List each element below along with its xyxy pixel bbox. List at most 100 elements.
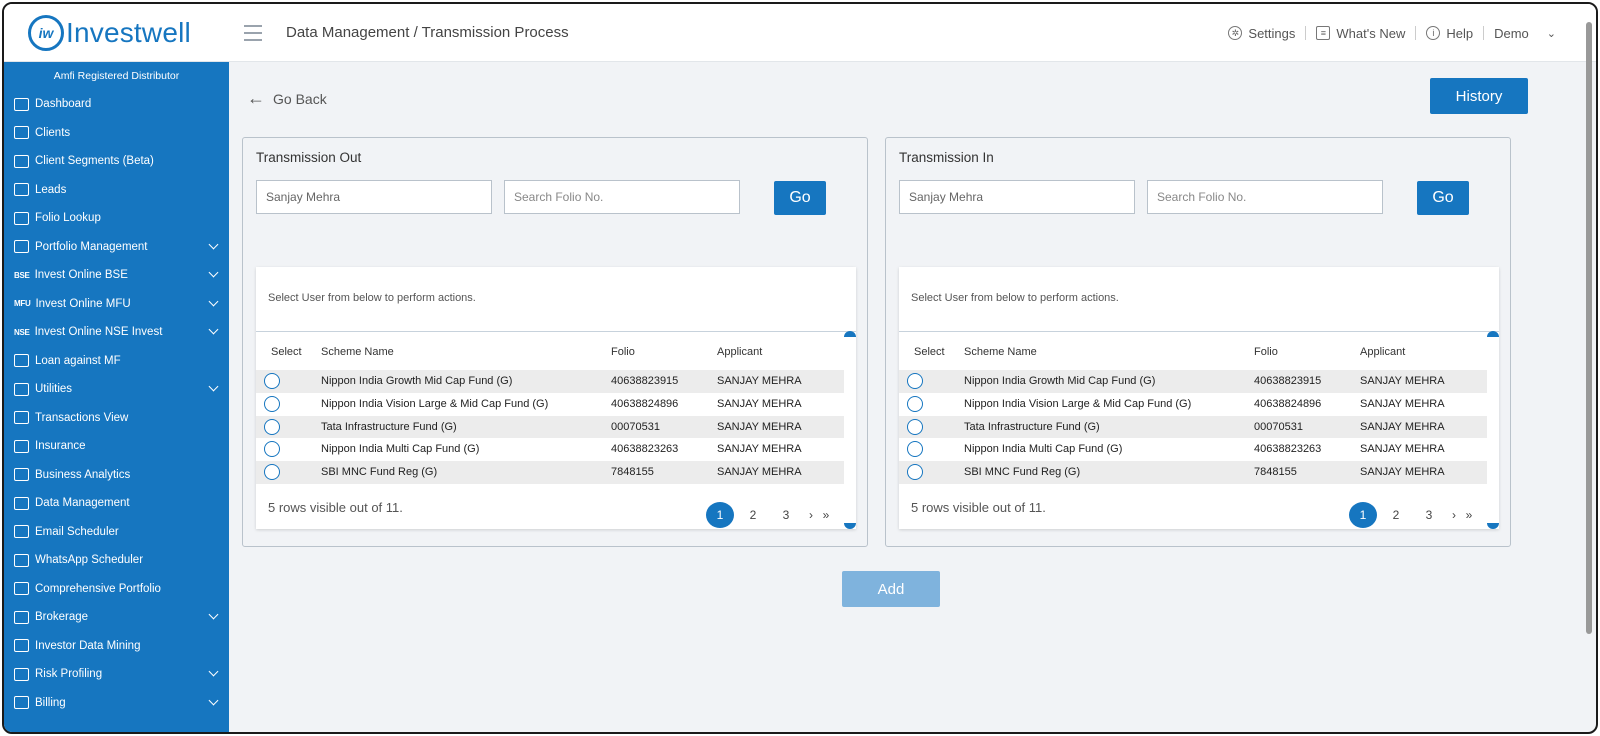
scroll-up-handle[interactable] xyxy=(1487,331,1499,337)
column-select: Select xyxy=(914,346,945,358)
table-row[interactable]: Nippon India Growth Mid Cap Fund (G) 4063… xyxy=(899,370,1487,393)
select-radio[interactable] xyxy=(264,464,280,481)
sidebar-item-data-management[interactable]: Data Management xyxy=(4,489,229,518)
page-2-button[interactable]: 2 xyxy=(1382,502,1410,528)
chevron-down-icon[interactable] xyxy=(208,666,219,677)
page-3-button[interactable]: 3 xyxy=(772,502,800,528)
select-radio[interactable] xyxy=(264,373,280,389)
sidebar-item-investor-data-mining[interactable]: Investor Data Mining xyxy=(4,632,229,661)
folio-search-input[interactable] xyxy=(504,180,740,214)
history-button[interactable]: History xyxy=(1430,78,1528,114)
sidebar-item-transactions-view[interactable]: Transactions View xyxy=(4,404,229,433)
sidebar-item-utilities[interactable]: Utilities xyxy=(4,375,229,404)
select-radio[interactable] xyxy=(907,464,923,481)
sidebar-item-folio-lookup[interactable]: Folio Lookup xyxy=(4,204,229,233)
page-3-button[interactable]: 3 xyxy=(1415,502,1443,528)
client-name-input[interactable] xyxy=(899,180,1135,214)
table-row[interactable]: Tata Infrastructure Fund (G) 00070531 SANJ… xyxy=(256,415,844,439)
select-radio[interactable] xyxy=(907,395,923,412)
sidebar-item-insurance[interactable]: Insurance xyxy=(4,432,229,461)
table-row[interactable]: Nippon India Multi Cap Fund (G) 406388232… xyxy=(256,438,844,461)
select-radio[interactable] xyxy=(264,418,280,435)
sidebar-item-client-segments-beta[interactable]: Client Segments (Beta) xyxy=(4,147,229,176)
sidebar-item-label: Investor Data Mining xyxy=(35,639,141,652)
select-radio[interactable] xyxy=(264,441,280,458)
folio-cell: 40638823263 xyxy=(1254,443,1322,456)
sidebar-item-invest-online-nse-invest[interactable]: NSE Invest Online NSE Invest xyxy=(4,318,229,347)
table-row[interactable]: Nippon India Growth Mid Cap Fund (G) 4063… xyxy=(256,370,844,393)
page-scrollbar[interactable] xyxy=(1586,22,1592,634)
chevron-down-icon: ⌄ xyxy=(1546,27,1556,40)
go-back-link[interactable]: ← Go Back xyxy=(247,88,327,109)
sidebar-item-loan-against-mf[interactable]: Loan against MF xyxy=(4,347,229,376)
next-page-button[interactable]: › xyxy=(1448,502,1460,528)
table-row[interactable]: Nippon India Vision Large & Mid Cap Fund… xyxy=(256,393,844,416)
sidebar-item-label: Loan against MF xyxy=(35,354,121,367)
scroll-down-handle[interactable] xyxy=(844,523,856,529)
applicant-cell: SANJAY MEHRA xyxy=(717,466,802,479)
sidebar-item-leads[interactable]: Leads xyxy=(4,176,229,205)
divider xyxy=(899,331,1499,332)
table-hint: Select User from below to perform action… xyxy=(911,292,1119,304)
applicant-cell: SANJAY MEHRA xyxy=(1360,397,1445,410)
sidebar-item-email-scheduler[interactable]: Email Scheduler xyxy=(4,518,229,547)
add-button[interactable]: Add xyxy=(842,571,940,607)
insurance-icon xyxy=(14,439,29,453)
chevron-down-icon[interactable] xyxy=(208,324,219,335)
chevron-down-icon[interactable] xyxy=(208,296,219,306)
page-1-button[interactable]: 1 xyxy=(706,502,734,528)
page-2-button[interactable]: 2 xyxy=(739,502,767,528)
sidebar-item-comprehensive-portfolio[interactable]: Comprehensive Portfolio xyxy=(4,575,229,604)
sidebar-item-label: Clients xyxy=(35,126,71,139)
go-button[interactable]: Go xyxy=(774,181,826,215)
select-radio[interactable] xyxy=(264,395,280,412)
chevron-down-icon[interactable] xyxy=(208,695,219,705)
sidebar-item-clients[interactable]: Clients xyxy=(4,119,229,148)
sidebar-item-portfolio-management[interactable]: Portfolio Management xyxy=(4,233,229,262)
table-row[interactable]: SBI MNC Fund Reg (G) 7848155 SANJAY MEHRA xyxy=(256,461,844,484)
sidebar-item-invest-online-mfu[interactable]: MFU Invest Online MFU xyxy=(4,290,229,319)
scheme-name-cell: Tata Infrastructure Fund (G) xyxy=(321,420,457,433)
logo-mark-icon: iw xyxy=(28,14,64,51)
select-radio[interactable] xyxy=(907,441,923,458)
select-radio[interactable] xyxy=(907,418,923,435)
next-page-button[interactable]: › xyxy=(805,502,817,528)
applicant-cell: SANJAY MEHRA xyxy=(717,375,802,387)
chevron-down-icon[interactable] xyxy=(208,267,219,278)
scroll-up-handle[interactable] xyxy=(844,331,856,337)
client-name-input[interactable] xyxy=(256,180,492,214)
sidebar-item-brokerage[interactable]: Brokerage xyxy=(4,603,229,632)
page-1-button[interactable]: 1 xyxy=(1349,502,1377,528)
table-row[interactable]: Tata Infrastructure Fund (G) 00070531 SANJ… xyxy=(899,415,1487,439)
table-row[interactable]: Nippon India Multi Cap Fund (G) 406388232… xyxy=(899,438,1487,461)
pagination: 1 2 3 ›» xyxy=(1349,502,1478,528)
logo[interactable]: iw Investwell xyxy=(4,4,236,62)
applicant-cell: SANJAY MEHRA xyxy=(1360,375,1445,387)
sidebar-item-invest-online-bse[interactable]: BSE Invest Online BSE xyxy=(4,261,229,290)
select-radio[interactable] xyxy=(907,373,923,389)
sidebar-item-dashboard[interactable]: Dashboard xyxy=(4,90,229,119)
user-menu[interactable]: Demo ⌄ xyxy=(1484,26,1566,41)
help-link[interactable]: i Help xyxy=(1416,26,1483,41)
menu-toggle-icon[interactable] xyxy=(244,24,262,41)
panel-title: Transmission Out xyxy=(256,150,362,165)
risk-icon xyxy=(14,667,29,681)
chevron-down-icon[interactable] xyxy=(208,239,219,249)
sidebar-item-business-analytics[interactable]: Business Analytics xyxy=(4,461,229,490)
scheme-name-cell: Nippon India Vision Large & Mid Cap Fund… xyxy=(964,397,1192,410)
table-row[interactable]: Nippon India Vision Large & Mid Cap Fund… xyxy=(899,393,1487,416)
folio-search-input[interactable] xyxy=(1147,180,1383,214)
go-button[interactable]: Go xyxy=(1417,181,1469,215)
last-page-button[interactable]: » xyxy=(1463,502,1475,528)
sidebar-item-whatsapp-scheduler[interactable]: WhatsApp Scheduler xyxy=(4,546,229,575)
sidebar-item-risk-profiling[interactable]: Risk Profiling xyxy=(4,660,229,689)
chevron-down-icon[interactable] xyxy=(208,381,219,392)
table-row[interactable]: SBI MNC Fund Reg (G) 7848155 SANJAY MEHRA xyxy=(899,461,1487,484)
chevron-down-icon[interactable] xyxy=(208,609,219,620)
settings-link[interactable]: ✲ Settings xyxy=(1218,26,1305,41)
sidebar-item-billing[interactable]: Billing xyxy=(4,689,229,718)
table-hint: Select User from below to perform action… xyxy=(268,292,476,304)
scroll-down-handle[interactable] xyxy=(1487,523,1499,529)
whats-new-link[interactable]: ≡ What's New xyxy=(1306,26,1415,41)
last-page-button[interactable]: » xyxy=(820,502,832,528)
